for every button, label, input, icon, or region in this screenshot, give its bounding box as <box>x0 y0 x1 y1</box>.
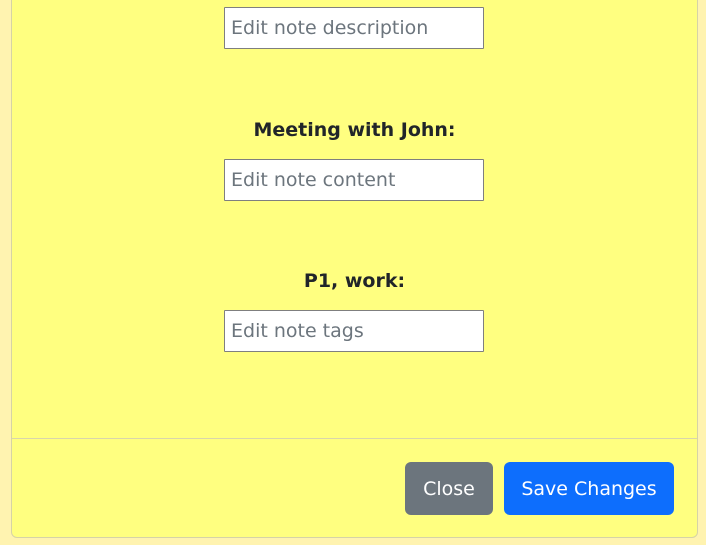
edit-note-modal: Meeting with John: P1, work: Close Save … <box>11 0 698 538</box>
note-description-input[interactable] <box>224 7 484 49</box>
close-button[interactable]: Close <box>405 462 493 515</box>
note-tags-label: P1, work: <box>303 270 406 292</box>
save-changes-button[interactable]: Save Changes <box>504 462 674 515</box>
note-tags-input[interactable] <box>224 310 484 352</box>
modal-footer-divider <box>12 438 697 439</box>
note-content-input[interactable] <box>224 159 484 201</box>
note-content-label: Meeting with John: <box>253 119 456 141</box>
